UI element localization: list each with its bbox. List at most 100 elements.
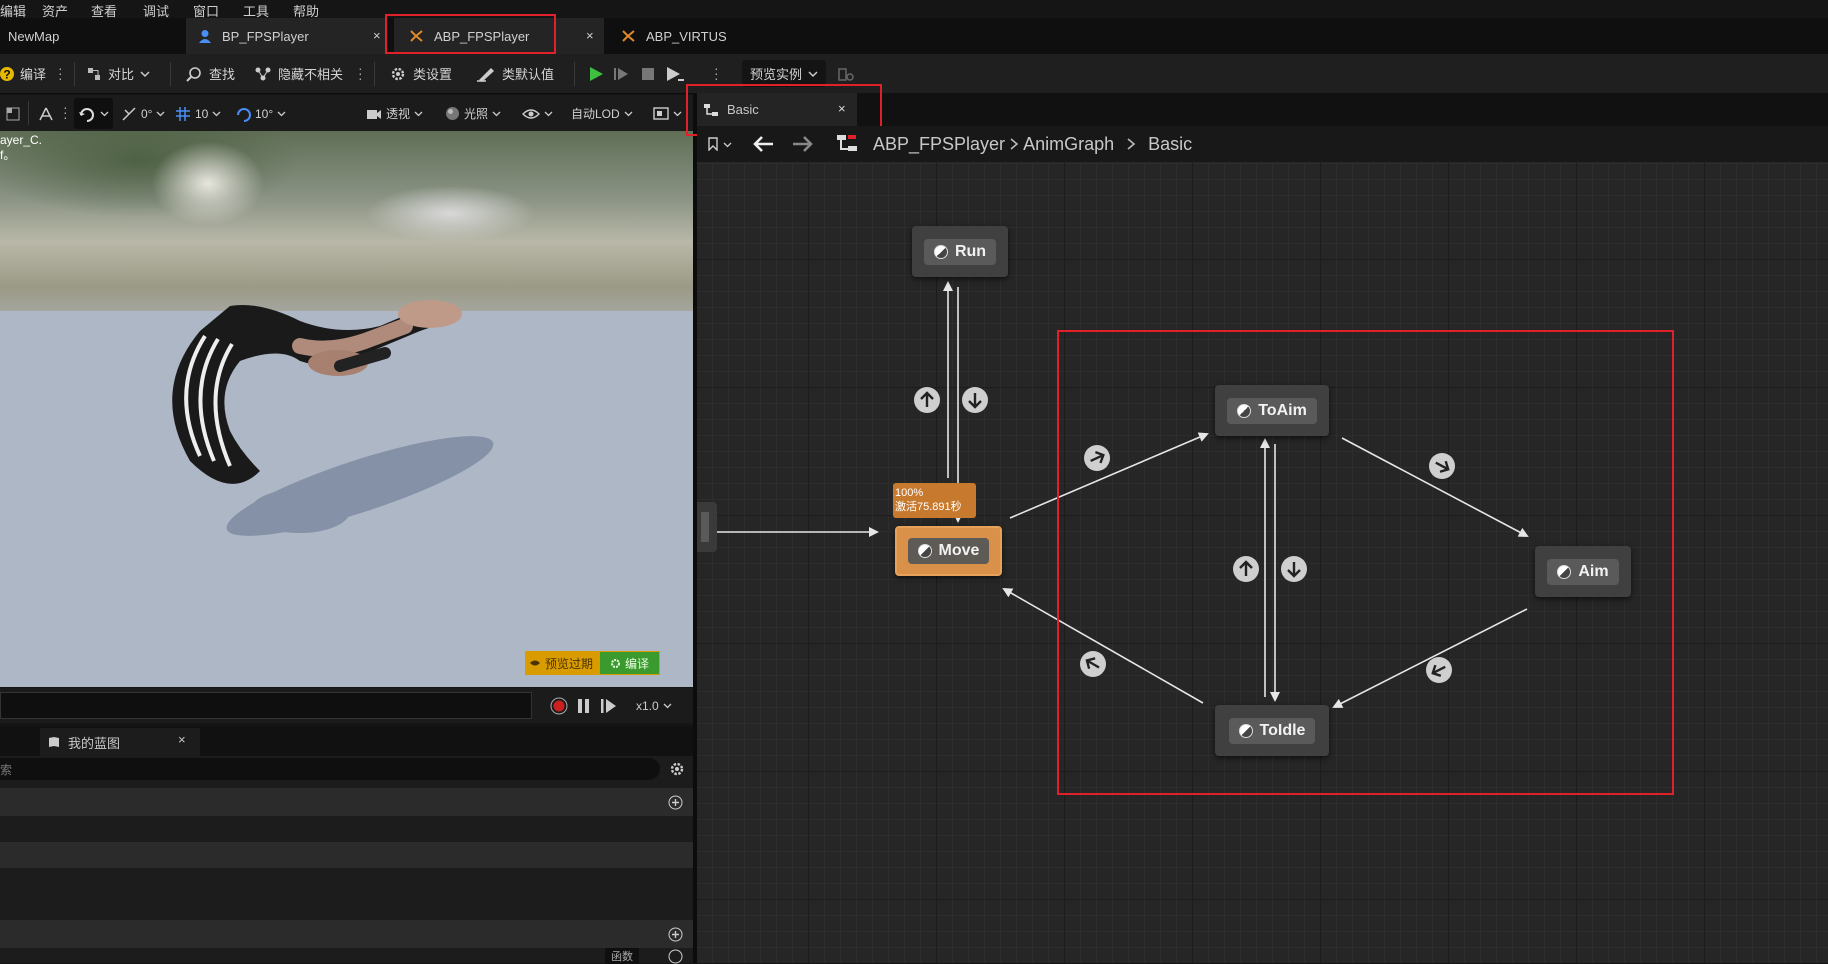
tab-close-icon[interactable]: ×	[373, 28, 381, 43]
rotate-icon	[79, 107, 94, 122]
tab-basic[interactable]: Basic	[697, 93, 857, 126]
state-node-aim[interactable]: Aim	[1535, 546, 1631, 597]
perspective-button[interactable]: 透视	[366, 95, 423, 132]
playback-speed-select[interactable]: x1.0	[636, 688, 672, 723]
timeline-track[interactable]	[0, 692, 532, 719]
state-node-move[interactable]: Move	[895, 526, 1002, 576]
angle-snap-button[interactable]: 10°	[235, 95, 286, 132]
preview-viewport[interactable]: ayer_C. f。 预览过期 编译	[0, 131, 693, 687]
play-icon[interactable]	[587, 65, 605, 83]
screen-percentage-button[interactable]	[653, 95, 682, 132]
lod-select[interactable]: 自动LOD	[571, 95, 633, 132]
back-arrow-icon[interactable]	[753, 135, 775, 153]
rotation-mode-button[interactable]	[74, 98, 113, 129]
active-time: 激活75.891秒	[895, 501, 962, 513]
preview-expired-label: 预览过期	[545, 656, 594, 671]
compile-options-icon[interactable]: · · ·	[58, 61, 63, 85]
transition-down-icon[interactable]	[961, 386, 989, 414]
possess-icon[interactable]	[665, 65, 685, 83]
hide-unrelated-button[interactable]: 隐藏不相关	[254, 54, 343, 93]
lit-sphere-icon	[446, 107, 459, 120]
breadcrumb-item[interactable]: Basic	[1148, 134, 1192, 155]
diff-icon	[88, 67, 100, 80]
tab-my-blueprint[interactable]: 我的蓝图	[40, 728, 200, 756]
add-icon[interactable]	[668, 795, 683, 810]
class-settings-button[interactable]: 类设置	[389, 54, 452, 93]
transition-up-right-icon[interactable]	[1083, 444, 1111, 472]
blueprint-actor-icon	[199, 30, 211, 43]
transition-up-left-icon[interactable]	[1079, 650, 1107, 678]
lighting-label: 光照	[464, 107, 489, 121]
show-flags-button[interactable]	[522, 95, 553, 132]
lighting-button[interactable]: 光照	[445, 95, 501, 132]
state-node-title: Aim	[1547, 558, 1619, 585]
panel-section-header[interactable]	[0, 920, 693, 948]
active-percent: 100%	[895, 487, 924, 499]
compile-button[interactable]: ? 编译	[0, 54, 46, 93]
transition-down-right-icon[interactable]	[1428, 452, 1456, 480]
tab-abp-virtus[interactable]: ABP_VIRTUS	[614, 18, 794, 54]
play-controls	[587, 54, 685, 93]
transition-up-icon[interactable]	[1232, 555, 1260, 583]
compile-label: 编译	[20, 67, 47, 82]
tab-close-icon[interactable]: ×	[586, 28, 594, 43]
preview-instance-label: 预览实例	[750, 67, 803, 82]
class-defaults-button[interactable]: 类默认值	[476, 54, 554, 93]
chevron-down-icon	[140, 70, 150, 77]
state-node-title: ToAim	[1227, 397, 1317, 424]
search-input[interactable]: 索	[0, 758, 660, 780]
panel-section-header[interactable]	[0, 788, 693, 816]
state-node-toidle[interactable]: ToIdle	[1215, 705, 1329, 756]
breadcrumb: ABP_FPSPlayer AnimGraph Basic	[873, 126, 1192, 162]
hide-unrelated-label: 隐藏不相关	[278, 67, 344, 82]
anim-graph-canvas[interactable]: Run 100% 激活75.891秒 Move ToAim Aim ToIdle	[697, 162, 1828, 963]
tab-close-icon[interactable]: ×	[178, 732, 186, 747]
forward-arrow-icon[interactable]	[791, 135, 813, 153]
transition-up-icon[interactable]	[913, 386, 941, 414]
play-options-icon[interactable]: · · ·	[714, 61, 719, 85]
toolbar-divider	[574, 62, 575, 86]
stop-icon[interactable]	[639, 65, 657, 83]
more-options-icon[interactable]: · · ·	[358, 61, 363, 85]
tab-close-icon[interactable]: ×	[838, 101, 846, 116]
blueprint-book-icon	[49, 737, 59, 747]
breadcrumb-item[interactable]: ABP_FPSPlayer	[873, 134, 1005, 155]
bookmark-button[interactable]	[707, 126, 732, 162]
viewport-options-button[interactable]	[6, 95, 20, 132]
tab-abp-fpsplayer[interactable]: ABP_FPSPlayer	[394, 18, 604, 54]
transition-down-icon[interactable]	[1280, 555, 1308, 583]
panel-section-header[interactable]	[0, 842, 693, 868]
perspective-label: 透视	[386, 107, 411, 121]
surface-snap-button[interactable]: 0°	[121, 95, 165, 132]
entry-node[interactable]	[697, 502, 717, 552]
find-label: 查找	[209, 67, 236, 82]
state-node-title: Run	[923, 238, 997, 265]
state-node-run[interactable]: Run	[912, 226, 1008, 277]
state-icon	[917, 544, 932, 558]
add-icon[interactable]	[668, 927, 683, 942]
preview-instance-select[interactable]: 预览实例	[742, 60, 827, 87]
pause-icon[interactable]	[576, 698, 592, 714]
viewport-menu-icon	[6, 107, 20, 120]
tab-newmap[interactable]: NewMap	[8, 18, 178, 54]
graph-tab-bar: Basic ×	[697, 93, 1828, 126]
state-node-toaim[interactable]: ToAim	[1215, 385, 1329, 436]
chevron-down-icon	[492, 111, 501, 117]
transition-down-left-icon[interactable]	[1425, 656, 1453, 684]
tab-bp-fpsplayer[interactable]: BP_FPSPlayer	[186, 18, 386, 54]
find-button[interactable]: 查找	[185, 54, 235, 93]
gear-icon[interactable]	[668, 760, 686, 778]
chevron-down-icon	[624, 111, 633, 117]
step-forward-icon[interactable]	[613, 65, 631, 83]
record-icon[interactable]	[550, 697, 568, 715]
breadcrumb-item[interactable]: AnimGraph	[1023, 134, 1114, 155]
grid-snap-button[interactable]: 10	[175, 95, 221, 132]
transform-toggle-button[interactable]	[38, 95, 54, 132]
debug-filter-button[interactable]	[838, 54, 854, 93]
add-icon[interactable]	[668, 949, 683, 964]
viewport-compile-button[interactable]: 编译	[599, 651, 661, 675]
transform-options-icon[interactable]: · · ·	[63, 100, 68, 124]
step-forward-icon[interactable]	[600, 698, 618, 714]
diff-button[interactable]: 对比	[86, 54, 150, 93]
tab-label: ABP_VIRTUS	[646, 28, 727, 44]
